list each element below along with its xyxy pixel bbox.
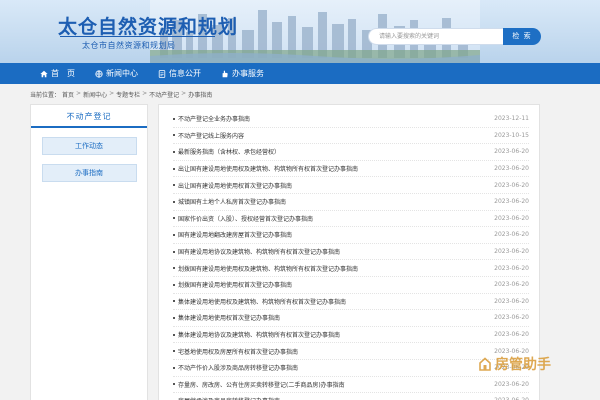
article-title-link[interactable]: 集体建设用地使用权首次登记办事指南 xyxy=(173,313,280,322)
article-title-link[interactable]: 国有建设用地协议及建筑物、构筑物所有权首次登记办事指南 xyxy=(173,247,340,256)
home-icon xyxy=(40,70,48,77)
article-date: 2023-06-20 xyxy=(494,314,529,322)
article-date: 2023-06-20 xyxy=(494,165,529,173)
article-title-link[interactable]: 不动产作价入股涉及商品房转移登记办事指南 xyxy=(173,363,298,372)
article-title-link[interactable]: 国家作价出资（入股）、授权经营首次登记办事指南 xyxy=(173,214,313,223)
breadcrumb: 当前位置： 首页 > 新闻中心 > 专题专栏 > 不动产登记 > 办事指南 xyxy=(30,90,212,99)
title-divider xyxy=(60,36,215,37)
site-title: 太仓自然资源和规划 xyxy=(58,16,239,38)
sidebar-item-service-guide[interactable]: 办事指南 xyxy=(41,164,137,182)
article-title-link[interactable]: 城镇国有土地个人私房首次登记办事指南 xyxy=(173,197,286,206)
breadcrumb-prefix: 当前位置： xyxy=(30,92,61,99)
nav-item-news[interactable]: 新闻中心 xyxy=(85,63,148,84)
article-date: 2023-06-20 xyxy=(494,214,529,222)
search-input[interactable] xyxy=(368,28,504,45)
article-title-link[interactable]: 集体建设用地协议及建筑物、构筑物所有权首次登记办事指南 xyxy=(173,330,340,339)
article-list: 不动产登记全业务办事指南 2023-12-11 不动产登记线上服务内容 2023-10… xyxy=(173,111,529,400)
nav-label: 新闻中心 xyxy=(106,69,138,78)
breadcrumb-link-guide[interactable]: 办事指南 xyxy=(188,90,212,99)
breadcrumb-link-news[interactable]: 新闻中心 xyxy=(83,90,107,99)
nav-item-info-disclosure[interactable]: 信息公开 xyxy=(148,63,211,84)
article-row[interactable]: 房屋继承涉及商品房转移登记办事指南2023-06-20 xyxy=(173,393,529,400)
article-date: 2023-06-20 xyxy=(494,264,529,272)
main-nav: 首 页 新闻中心 信息公开 办事服务 xyxy=(0,63,600,84)
article-row[interactable]: 不动产作价入股涉及商品房转移登记办事指南 2023-06-20 xyxy=(173,360,529,377)
article-date: 2023-06-20 xyxy=(494,297,529,305)
article-title-link[interactable]: 划拨国有建设用地使用权及建筑物、构筑物所有权首次登记办事指南 xyxy=(173,264,358,273)
article-title-link[interactable]: 划拨国有建设用地使用权首次登记办事指南 xyxy=(173,280,292,289)
nav-item-home[interactable]: 首 页 xyxy=(30,63,85,84)
article-row[interactable]: 集体建设用地使用权首次登记办事指南 2023-06-20 xyxy=(173,310,529,327)
article-title-link[interactable]: 宅基地使用权及房屋所有权首次登记办事指南 xyxy=(173,347,298,356)
nav-label: 首 页 xyxy=(51,69,75,78)
article-date: 2023-06-20 xyxy=(494,248,529,256)
sidebar: 不动产登记 工作动态 办事指南 xyxy=(30,104,148,400)
header-banner: 太仓自然资源和规划 太仓市自然资源和规划局 检 索 xyxy=(0,0,600,63)
globe-icon xyxy=(95,69,103,78)
house-logo-icon xyxy=(479,357,491,371)
article-date: 2023-06-20 xyxy=(494,231,529,239)
article-title-link[interactable]: 集体建设用地使用权及建筑物、构筑物所有权首次登记办事指南 xyxy=(173,297,346,306)
article-row[interactable]: 划拨国有建设用地使用权及建筑物、构筑物所有权首次登记办事指南 2023-06-20 xyxy=(173,260,529,277)
hand-icon xyxy=(222,70,228,77)
nav-label: 信息公开 xyxy=(169,69,201,78)
article-row[interactable]: 不动产登记全业务办事指南 2023-12-11 xyxy=(173,111,529,128)
article-row[interactable]: 城镇国有土地个人私房首次登记办事指南 2023-06-20 xyxy=(173,194,529,211)
article-date: 2023-06-20 xyxy=(494,181,529,189)
article-title-link[interactable]: 出让国有建设用地使用权及建筑物、构筑物所有权首次登记办事指南 xyxy=(173,164,358,173)
breadcrumb-separator: > xyxy=(109,90,115,97)
article-title-link[interactable]: 最新服务指南（含林权、承包经营权） xyxy=(173,147,280,156)
nav-label: 办事服务 xyxy=(232,69,264,78)
article-date: 2023-06-20 xyxy=(494,281,529,289)
article-row[interactable]: 集体建设用地使用权及建筑物、构筑物所有权首次登记办事指南 2023-06-20 xyxy=(173,294,529,311)
article-title-link[interactable]: 国有建设用地翻改建房屋首次登记办事指南 xyxy=(173,230,292,239)
sidebar-item-work-news[interactable]: 工作动态 xyxy=(41,137,137,155)
breadcrumb-link-home[interactable]: 首页 xyxy=(62,90,74,99)
article-title-link[interactable]: 出让国有建设用地使用权首次登记办事指南 xyxy=(173,181,292,190)
article-row[interactable]: 出让国有建设用地使用权首次登记办事指南 2023-06-20 xyxy=(173,177,529,194)
article-title-link[interactable]: 房屋继承涉及商品房转移登记办事指南 xyxy=(173,396,280,400)
article-row[interactable]: 最新服务指南（含林权、承包经营权） 2023-06-20 xyxy=(173,144,529,161)
article-row[interactable]: 国有建设用地协议及建筑物、构筑物所有权首次登记办事指南 2023-06-20 xyxy=(173,244,529,261)
search-button[interactable]: 检 索 xyxy=(503,28,541,45)
article-date: 2023-06-20 xyxy=(494,198,529,206)
document-icon xyxy=(158,69,166,78)
breadcrumb-separator: > xyxy=(142,90,148,97)
article-row[interactable]: 宅基地使用权及房屋所有权首次登记办事指南 2023-06-20 xyxy=(173,343,529,360)
article-row[interactable]: 划拨国有建设用地使用权首次登记办事指南 2023-06-20 xyxy=(173,277,529,294)
article-title-link[interactable]: 不动产登记线上服务内容 xyxy=(173,131,244,140)
site-subtitle: 太仓市自然资源和规划局 xyxy=(82,41,176,50)
watermark: 房管助手 xyxy=(478,354,551,374)
article-row[interactable]: 国有建设用地翻改建房屋首次登记办事指南 2023-06-20 xyxy=(173,227,529,244)
article-date: 2023-10-15 xyxy=(494,131,529,139)
article-date: 2023-06-20 xyxy=(494,380,529,388)
article-row[interactable]: 出让国有建设用地使用权及建筑物、构筑物所有权首次登记办事指南 2023-06-20 xyxy=(173,161,529,178)
article-title-link[interactable]: 不动产登记全业务办事指南 xyxy=(173,114,250,123)
watermark-text: 房管助手 xyxy=(495,357,551,373)
breadcrumb-separator: > xyxy=(181,90,187,97)
breadcrumb-link-topics[interactable]: 专题专栏 xyxy=(116,90,140,99)
sidebar-title: 不动产登记 xyxy=(31,105,147,128)
article-date: 2023-12-11 xyxy=(494,115,529,123)
article-title-link[interactable]: 存量房、房改房、公有住房买卖转移登记(二手商品房)办事指南 xyxy=(173,380,345,389)
article-row[interactable]: 不动产登记线上服务内容 2023-10-15 xyxy=(173,128,529,145)
breadcrumb-separator: > xyxy=(76,90,82,97)
article-date: 2023-06-20 xyxy=(494,148,529,156)
breadcrumb-link-registration[interactable]: 不动产登记 xyxy=(149,90,179,99)
article-row[interactable]: 国家作价出资（入股）、授权经营首次登记办事指南 2023-06-20 xyxy=(173,211,529,228)
article-date: 2023-06-20 xyxy=(494,331,529,339)
article-row[interactable]: 集体建设用地协议及建筑物、构筑物所有权首次登记办事指南 2023-06-20 xyxy=(173,327,529,344)
nav-item-services[interactable]: 办事服务 xyxy=(211,63,274,84)
article-row[interactable]: 存量房、房改房、公有住房买卖转移登记(二手商品房)办事指南 2023-06-20 xyxy=(173,377,529,394)
